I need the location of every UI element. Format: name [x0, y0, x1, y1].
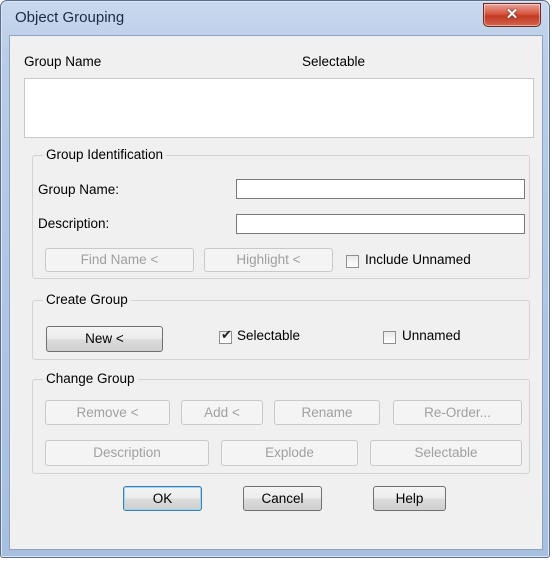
explode-button[interactable]: Explode [221, 440, 358, 466]
add-button[interactable]: Add < [181, 400, 263, 425]
include-unnamed-checkbox[interactable] [346, 255, 359, 268]
unnamed-label[interactable]: Unnamed [402, 328, 461, 343]
unnamed-checkbox[interactable] [383, 331, 396, 344]
description-field[interactable] [236, 214, 525, 234]
group-identification-legend: Group Identification [43, 147, 167, 162]
reorder-button[interactable]: Re-Order... [393, 400, 522, 425]
change-group-legend: Change Group [43, 371, 138, 386]
selectable-label[interactable]: Selectable [237, 328, 300, 343]
remove-button[interactable]: Remove < [45, 400, 170, 425]
help-button[interactable]: Help [373, 486, 446, 511]
new-group-button[interactable]: New < [46, 326, 163, 352]
create-group-legend: Create Group [43, 292, 131, 307]
rename-button[interactable]: Rename [274, 400, 380, 425]
cancel-button[interactable]: Cancel [243, 486, 322, 511]
close-icon: ✕ [505, 6, 519, 23]
find-name-button[interactable]: Find Name < [45, 248, 194, 272]
group-name-field[interactable] [236, 179, 525, 199]
window-title: Object Grouping [15, 9, 125, 26]
highlight-button[interactable]: Highlight < [204, 248, 333, 272]
close-button[interactable]: ✕ [483, 3, 541, 27]
title-bar[interactable]: Object Grouping ✕ [1, 1, 549, 35]
group-name-label: Group Name: [38, 182, 120, 197]
checkmark-icon: ✔ [221, 327, 232, 342]
ok-button[interactable]: OK [123, 486, 202, 511]
column-header-selectable[interactable]: Selectable [302, 54, 365, 69]
description-button[interactable]: Description [45, 440, 209, 466]
include-unnamed-label[interactable]: Include Unnamed [365, 252, 471, 267]
selectable-checkbox[interactable]: ✔ [219, 327, 232, 344]
group-list[interactable] [24, 78, 534, 138]
description-label: Description: [38, 216, 110, 231]
column-header-group-name[interactable]: Group Name [24, 54, 101, 69]
selectable-button[interactable]: Selectable [370, 440, 522, 466]
